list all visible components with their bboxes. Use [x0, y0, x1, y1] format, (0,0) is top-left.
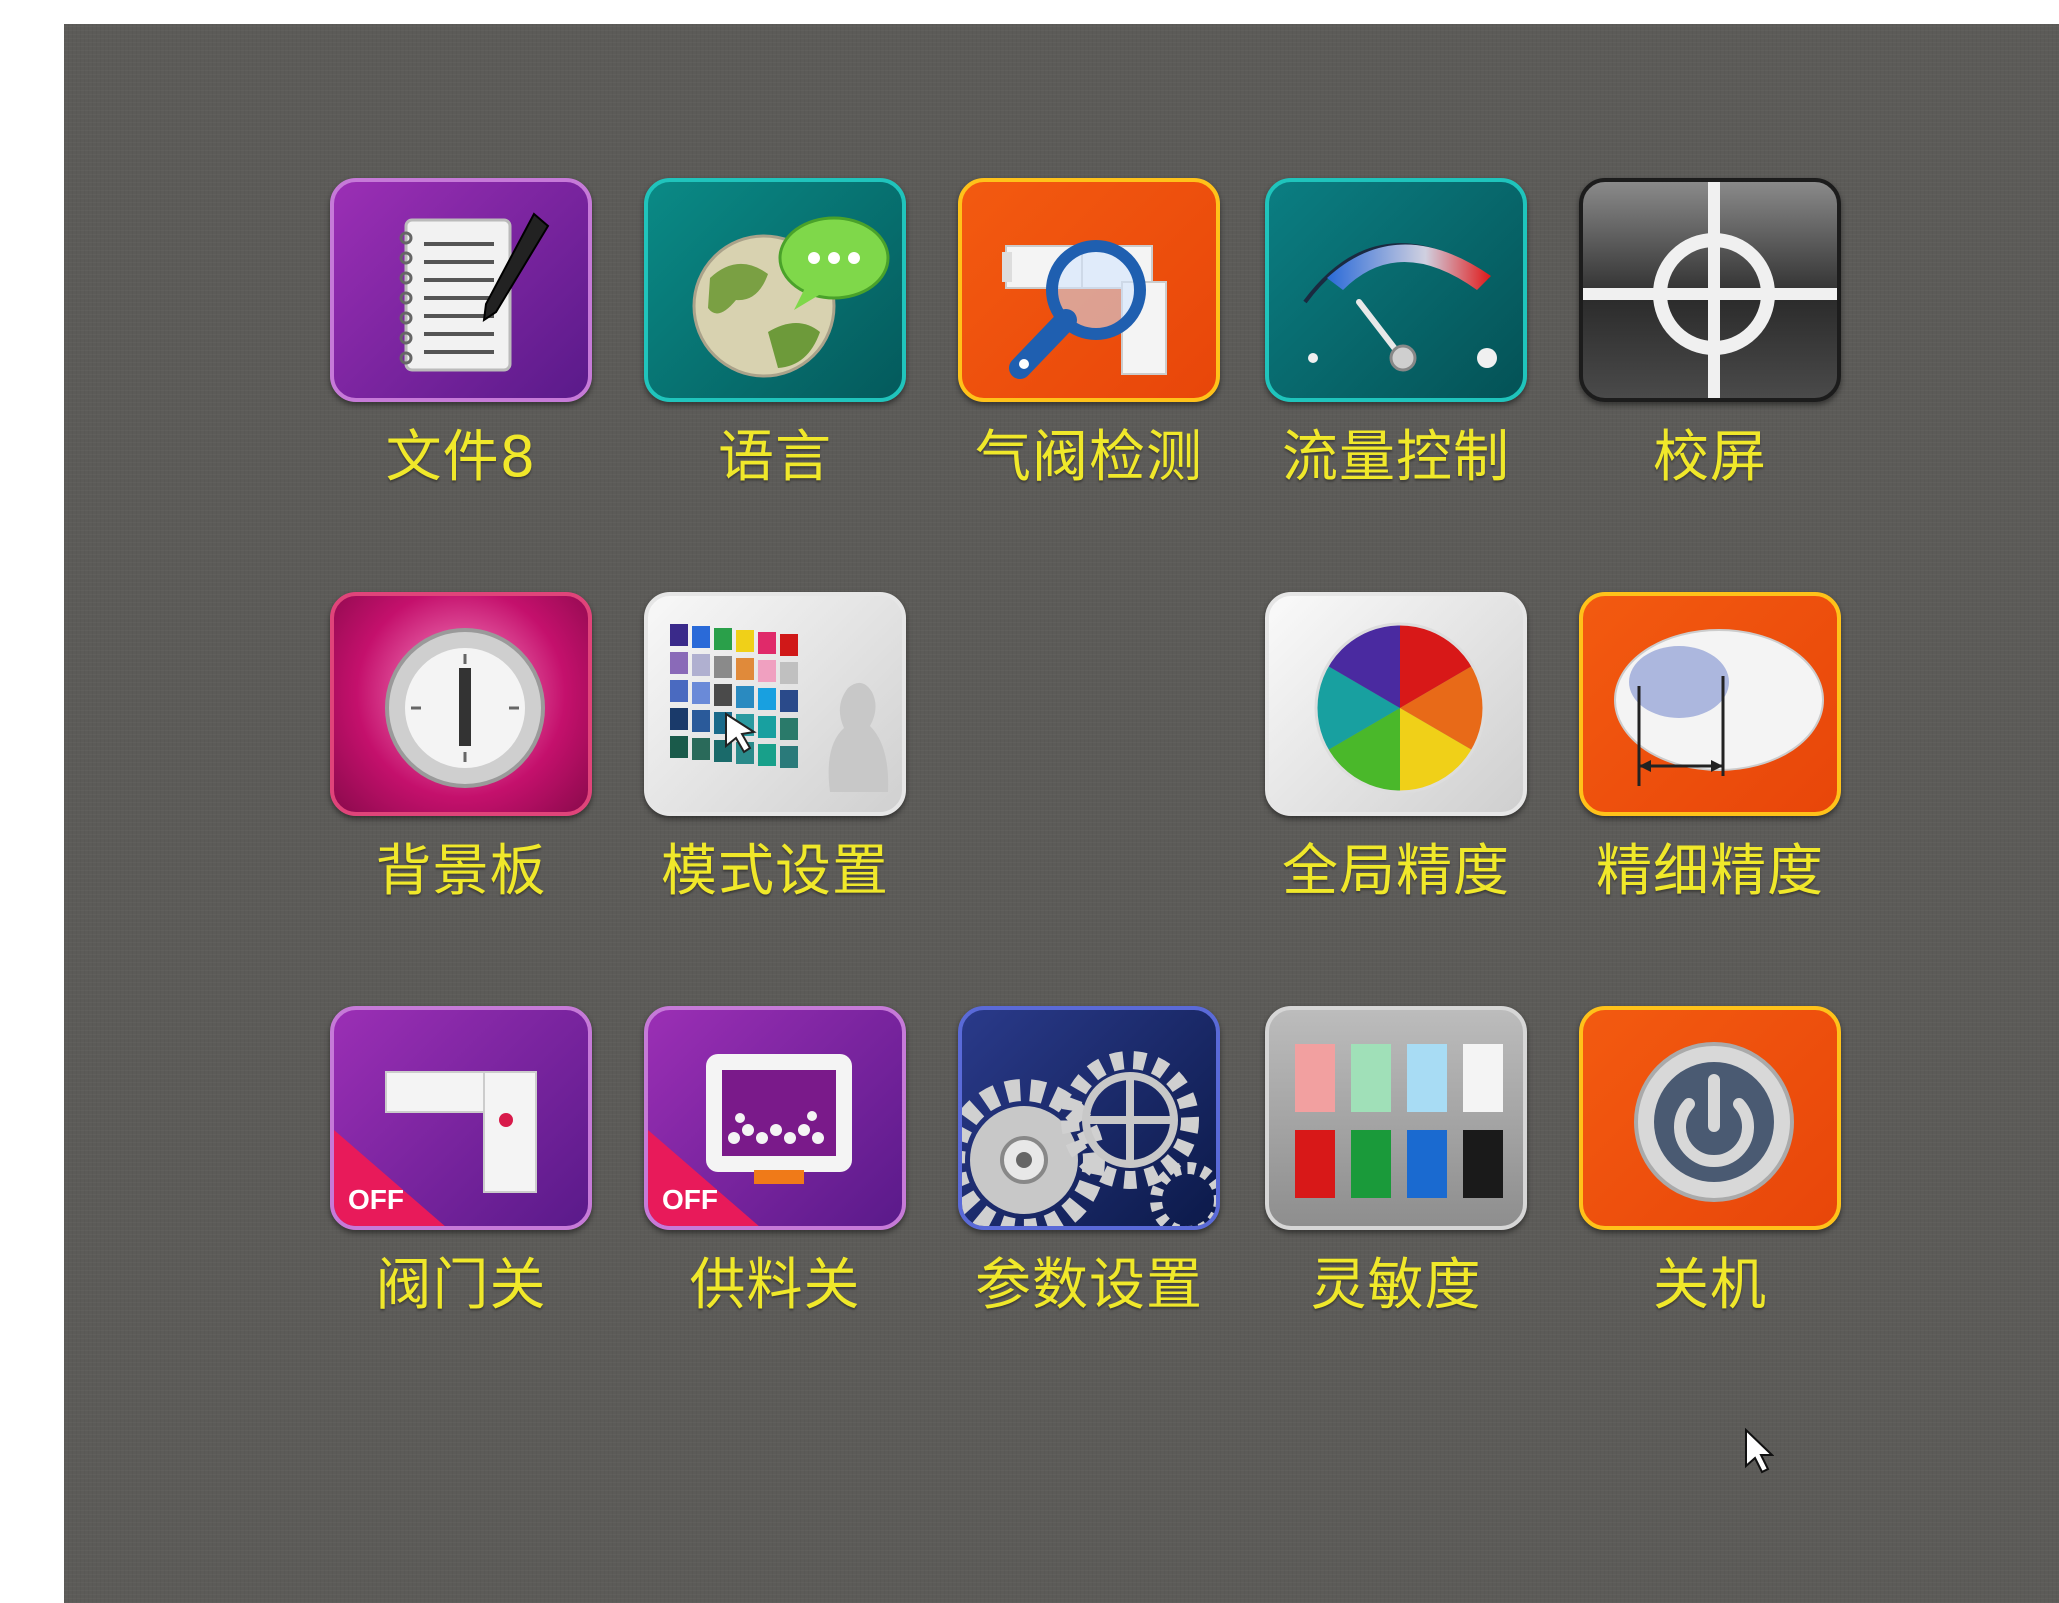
off-badge: OFF	[662, 1184, 718, 1215]
shutdown-button[interactable]	[1579, 1006, 1841, 1230]
menu-label-file: 文件8	[385, 425, 537, 490]
global-precision-button[interactable]	[1265, 592, 1527, 816]
mode-settings-button[interactable]	[644, 592, 906, 816]
file-button[interactable]	[330, 178, 592, 402]
menu-label-background-board: 背景板	[375, 839, 547, 904]
globe-chat-icon	[692, 216, 890, 378]
valve-magnifier-icon	[1002, 240, 1167, 379]
menu-label-mode-settings: 模式设置	[661, 839, 889, 904]
main-menu-screen: 文件8 语言 气阀检测 流量控制 校屏 背景板 模式设置 全局精度 精细精度 O…	[64, 24, 2059, 1603]
menu-label-feeder-off: 供料关	[689, 1253, 861, 1318]
parameter-settings-button[interactable]	[958, 1006, 1220, 1230]
flow-control-button[interactable]	[1265, 178, 1527, 402]
gears-icon	[962, 1051, 1216, 1226]
menu-label-screen-calibration: 校屏	[1653, 425, 1767, 490]
menu-label-sensitivity: 灵敏度	[1310, 1253, 1482, 1318]
crosshair-icon	[1583, 182, 1837, 398]
menu-label-global-precision: 全局精度	[1282, 839, 1510, 904]
screen-calibration-button[interactable]	[1579, 178, 1841, 402]
background-board-button[interactable]	[330, 592, 592, 816]
menu-label-fine-precision: 精细精度	[1596, 839, 1824, 904]
menu-label-shutdown: 关机	[1653, 1253, 1767, 1318]
color-wheel-icon	[1314, 622, 1486, 794]
fine-precision-button[interactable]	[1579, 592, 1841, 816]
sensitivity-button[interactable]	[1265, 1006, 1527, 1230]
menu-label-language: 语言	[718, 425, 832, 490]
off-badge: OFF	[348, 1184, 404, 1215]
sensitivity-swatches-icon	[1295, 1044, 1503, 1198]
grain-measure-icon	[1614, 629, 1824, 786]
clock-dial-icon	[385, 628, 545, 788]
language-button[interactable]	[644, 178, 906, 402]
menu-label-valve-test: 气阀检测	[975, 425, 1203, 490]
power-icon	[1634, 1042, 1794, 1202]
color-grid-icon	[670, 624, 889, 792]
menu-label-parameter-settings: 参数设置	[975, 1253, 1203, 1318]
valve-off-button[interactable]: OFF	[330, 1006, 592, 1230]
mouse-pointer-icon	[1745, 1428, 1774, 1474]
valve-test-button[interactable]	[958, 178, 1220, 402]
gauge-icon	[1303, 243, 1497, 372]
menu-label-valve-off: 阀门关	[375, 1253, 547, 1318]
notepad-pen-icon	[399, 212, 550, 372]
feeder-off-button[interactable]: OFF	[644, 1006, 906, 1230]
menu-label-flow-control: 流量控制	[1282, 425, 1510, 490]
